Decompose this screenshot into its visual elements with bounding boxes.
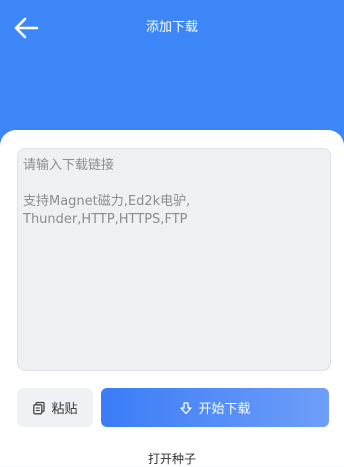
page-title: 添加下载 — [145, 20, 198, 35]
header-bar: 添加下载 — [0, 0, 344, 150]
supported-protocols-hint: 支持Magnet磁力,Ed2k电驴,Thunder,HTTP,HTTPS,FTP — [23, 194, 191, 227]
open-seed-link[interactable]: 打开种子 — [0, 451, 344, 467]
paste-label: 粘贴 — [51, 402, 78, 417]
start-download-button[interactable]: 开始下载 — [101, 388, 329, 427]
input-placeholder: 请输入下载链接 — [23, 158, 115, 173]
download-icon — [179, 401, 193, 415]
paste-icon — [32, 401, 46, 415]
link-input[interactable]: 请输入下载链接 支持Magnet磁力,Ed2k电驴,Thunder,HTTP,H… — [17, 148, 331, 371]
start-download-label: 开始下载 — [198, 402, 251, 417]
paste-button[interactable]: 粘贴 — [17, 388, 93, 427]
